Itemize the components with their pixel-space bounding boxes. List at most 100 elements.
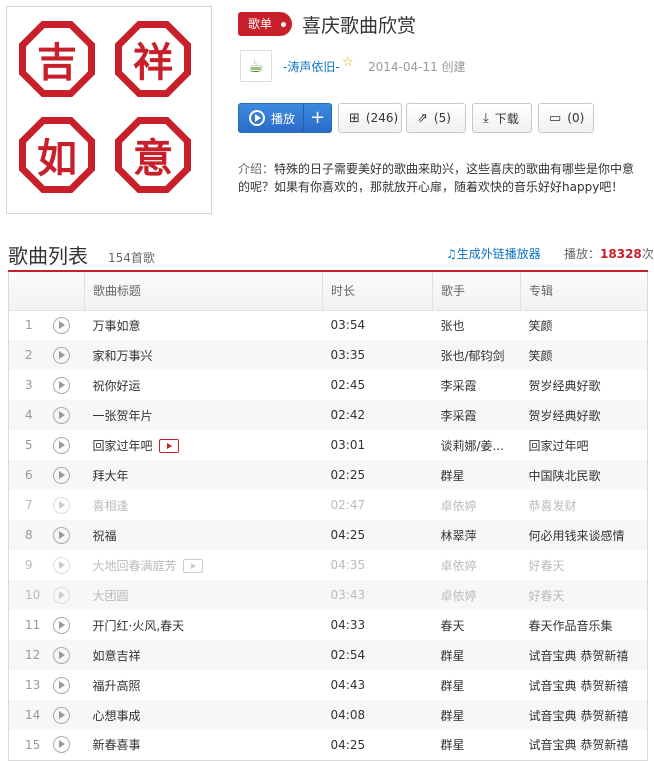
song-album[interactable]: 试音宝典 恭贺新禧	[521, 730, 648, 760]
play-song-icon[interactable]	[52, 526, 70, 544]
song-album[interactable]: 中国陕北民歌	[520, 460, 648, 490]
song-title-cell[interactable]: 家和万事兴	[84, 340, 323, 370]
table-row[interactable]: 4 一张贺年片 02:42 李采霞 贺岁经典好歌	[8, 400, 648, 430]
play-song-icon[interactable]	[52, 436, 70, 454]
song-artist[interactable]: 群星	[433, 670, 521, 700]
song-title-cell[interactable]: 祝福	[84, 520, 323, 550]
table-row[interactable]: 8 祝福 04:25 林翠萍 何必用钱来谈感情	[8, 520, 648, 550]
play-song-icon[interactable]	[52, 736, 70, 754]
song-album[interactable]: 回家过年吧	[521, 430, 648, 460]
song-artist[interactable]: 群星	[432, 640, 521, 670]
play-song-icon[interactable]	[52, 466, 70, 484]
song-title[interactable]: 祝福	[93, 529, 117, 543]
song-title[interactable]: 万事如意	[93, 319, 141, 333]
table-row[interactable]: 1 万事如意 03:54 张也 笑颜	[9, 310, 648, 340]
table-row[interactable]: 12 如意吉祥 02:54 群星 试音宝典 恭贺新禧	[8, 640, 648, 670]
song-title[interactable]: 大地回春满庭芳	[93, 559, 177, 573]
song-album[interactable]: 好春天	[520, 580, 648, 610]
mv-icon[interactable]	[158, 439, 179, 453]
table-row[interactable]: 6 拜大年 02:25 群星 中国陕北民歌	[8, 460, 648, 490]
comment-button[interactable]: ▭ (0)	[538, 103, 594, 133]
song-title[interactable]: 喜相逢	[93, 499, 129, 513]
song-album[interactable]: 春天作品音乐集	[521, 610, 648, 640]
song-artist[interactable]: 卓依婷	[433, 490, 521, 520]
table-row[interactable]: 7 喜相逢 02:47 卓依婷 恭喜发财	[9, 490, 648, 520]
play-song-icon[interactable]	[52, 316, 70, 334]
song-title-cell[interactable]: 回家过年吧	[85, 430, 323, 460]
song-title[interactable]: 回家过年吧	[93, 439, 153, 453]
song-title-cell[interactable]: 心想事成	[84, 700, 323, 730]
table-row[interactable]: 5 回家过年吧 03:01 谈莉娜/姜... 回家过年吧	[9, 430, 648, 460]
song-album[interactable]: 试音宝典 恭贺新禧	[520, 700, 648, 730]
song-artist[interactable]: 春天	[433, 610, 521, 640]
song-artist[interactable]: 群星	[433, 730, 521, 760]
song-title-cell[interactable]: 福升高照	[85, 670, 323, 700]
collect-button[interactable]: ⊞ (246)	[338, 103, 402, 133]
song-album[interactable]: 恭喜发财	[521, 490, 648, 520]
song-title-cell[interactable]: 祝你好运	[85, 370, 323, 400]
download-button[interactable]: ⤓ 下载	[472, 103, 532, 133]
table-row[interactable]: 13 福升高照 04:43 群星 试音宝典 恭贺新禧	[9, 670, 648, 700]
creator-name[interactable]: -涛声依旧-	[283, 58, 340, 75]
song-title[interactable]: 大团圆	[93, 589, 129, 603]
song-artist[interactable]: 谈莉娜/姜...	[433, 430, 521, 460]
creator-avatar[interactable]: ☕	[240, 50, 272, 82]
song-title[interactable]: 新春喜事	[93, 738, 141, 752]
song-album[interactable]: 笑颜	[521, 310, 648, 340]
share-button[interactable]: ⇗ (5)	[406, 103, 466, 133]
play-song-icon[interactable]	[52, 376, 70, 394]
song-album[interactable]: 何必用钱来谈感情	[520, 520, 648, 550]
song-title-cell[interactable]: 喜相逢	[85, 490, 323, 520]
table-row[interactable]: 3 祝你好运 02:45 李采霞 贺岁经典好歌	[9, 370, 648, 400]
song-artist[interactable]: 张也	[433, 310, 521, 340]
table-row[interactable]: 15 新春喜事 04:25 群星 试音宝典 恭贺新禧	[9, 730, 648, 760]
table-row[interactable]: 9 大地回春满庭芳 04:35 卓依婷 好春天	[9, 550, 648, 580]
table-row[interactable]: 2 家和万事兴 03:35 张也/郁钧剑 笑颜	[8, 340, 648, 370]
play-song-icon[interactable]	[52, 556, 70, 574]
play-button[interactable]: 播放 +	[238, 103, 332, 133]
song-album[interactable]: 笑颜	[520, 340, 648, 370]
play-song-icon[interactable]	[52, 586, 70, 604]
song-title[interactable]: 拜大年	[93, 469, 129, 483]
song-album[interactable]: 贺岁经典好歌	[521, 370, 648, 400]
play-song-icon[interactable]	[52, 406, 70, 424]
song-title-cell[interactable]: 一张贺年片	[84, 400, 323, 430]
song-title-cell[interactable]: 拜大年	[84, 460, 323, 490]
play-song-icon[interactable]	[52, 616, 70, 634]
song-title[interactable]: 一张贺年片	[93, 409, 153, 423]
play-song-icon[interactable]	[52, 676, 70, 694]
song-title-cell[interactable]: 大团圆	[84, 580, 323, 610]
song-title-cell[interactable]: 万事如意	[85, 310, 323, 340]
song-artist[interactable]: 卓依婷	[432, 580, 521, 610]
song-artist[interactable]: 李采霞	[432, 400, 521, 430]
song-title[interactable]: 如意吉祥	[93, 649, 141, 663]
song-artist[interactable]: 李采霞	[433, 370, 521, 400]
song-title[interactable]: 心想事成	[93, 709, 141, 723]
song-title-cell[interactable]: 大地回春满庭芳	[85, 550, 323, 580]
table-row[interactable]: 14 心想事成 04:08 群星 试音宝典 恭贺新禧	[8, 700, 648, 730]
play-song-icon[interactable]	[52, 706, 70, 724]
song-artist[interactable]: 林翠萍	[432, 520, 521, 550]
song-title-cell[interactable]: 开门红·火风,春天	[85, 610, 323, 640]
outchain-player-link[interactable]: ♫生成外链播放器	[446, 245, 541, 262]
song-title-cell[interactable]: 如意吉祥	[84, 640, 323, 670]
song-title[interactable]: 祝你好运	[93, 379, 141, 393]
add-to-list-button[interactable]: +	[303, 104, 331, 132]
song-artist[interactable]: 群星	[432, 460, 521, 490]
song-artist[interactable]: 卓依婷	[433, 550, 521, 580]
song-title-cell[interactable]: 新春喜事	[85, 730, 323, 760]
song-album[interactable]: 好春天	[521, 550, 648, 580]
song-album[interactable]: 试音宝典 恭贺新禧	[520, 640, 648, 670]
song-artist[interactable]: 张也/郁钧剑	[432, 340, 521, 370]
table-row[interactable]: 11 开门红·火风,春天 04:33 春天 春天作品音乐集	[9, 610, 648, 640]
play-song-icon[interactable]	[52, 646, 70, 664]
table-row[interactable]: 10 大团圆 03:43 卓依婷 好春天	[8, 580, 648, 610]
mv-icon[interactable]	[182, 559, 203, 573]
song-album[interactable]: 贺岁经典好歌	[520, 400, 648, 430]
song-artist[interactable]: 群星	[432, 700, 521, 730]
song-title[interactable]: 福升高照	[93, 679, 141, 693]
play-song-icon[interactable]	[52, 496, 70, 514]
song-title[interactable]: 开门红·火风,春天	[93, 619, 185, 633]
song-album[interactable]: 试音宝典 恭贺新禧	[521, 670, 648, 700]
play-song-icon[interactable]	[52, 346, 70, 364]
